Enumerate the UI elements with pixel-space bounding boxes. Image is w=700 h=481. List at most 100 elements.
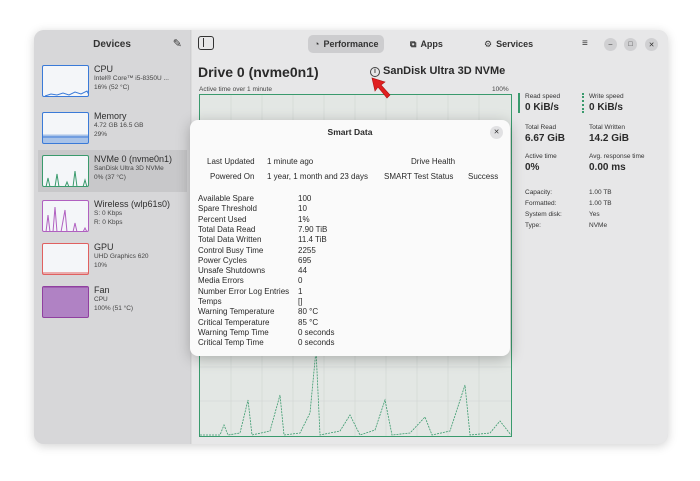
total-written-value: 14.2 GiB [589, 133, 630, 144]
detail-value: 1.00 TB [589, 200, 612, 207]
sidebar: Devices ✎ CPU Intel® Core™ i5-8350U ... 16… [34, 30, 191, 444]
smart-attr-label: Power Cycles [198, 255, 247, 265]
detail-value: Yes [589, 211, 600, 218]
close-window-button[interactable]: ✕ [645, 38, 658, 51]
smart-attr-label: Total Data Written [198, 235, 262, 245]
active-time-label: Active time over 1 minute [199, 86, 272, 93]
smart-attr-label: Unsafe Shutdowns [198, 266, 266, 276]
write-speed-value: 0 KiB/s [589, 102, 623, 113]
write-speed-stat: Write speed 0 KiB/s [582, 93, 624, 113]
device-usage: 29% [94, 131, 108, 138]
sidebar-item-cpu[interactable]: CPU Intel® Core™ i5-8350U ... 16% (52 °C) [38, 60, 187, 102]
device-name: Wireless (wlp61s0) [94, 199, 171, 209]
smart-attr-label: Critical Temperature [198, 317, 270, 327]
device-usage: 10% [94, 262, 108, 269]
active-time-stat: Active time 0% [525, 153, 557, 173]
dialog-title: Smart Data [327, 127, 373, 137]
device-usage: 0% (37 °C) [94, 174, 126, 181]
smart-attr-value: [] [298, 297, 303, 306]
sidebar-item-wireless[interactable]: Wireless (wlp61s0) S: 0 Kbps R: 0 Kbps [38, 195, 187, 237]
gear-icon: ⚙ [484, 38, 493, 49]
smart-attr-value: 695 [298, 255, 312, 265]
read-speed-label: Read speed [525, 93, 561, 100]
device-name: NVMe 0 (nvme0n1) [94, 154, 173, 164]
sidebar-item-gpu[interactable]: GPU UHD Graphics 620 10% [38, 238, 187, 280]
apps-icon: ⧉ [410, 38, 417, 49]
menu-icon[interactable]: ≡ [582, 38, 588, 49]
smart-attr-label: Number Error Log Entries [198, 286, 290, 296]
device-usage: 16% (52 °C) [94, 84, 130, 91]
smart-attr-label: Percent Used [198, 214, 247, 224]
smart-attr-value: 0 seconds [298, 327, 335, 337]
device-thumbnail [42, 65, 89, 97]
sidebar-item-fan[interactable]: Fan CPU 100% (51 °C) [38, 281, 187, 323]
total-read-value: 6.67 GiB [525, 133, 566, 144]
header-bar: ◔ Performance ⧉ Apps ⚙ Services ≡ – □ ✕ [192, 30, 668, 58]
device-usage: R: 0 Kbps [94, 219, 123, 226]
smart-status-value: Success [468, 172, 499, 181]
sidebar-toggle-icon[interactable] [198, 36, 214, 50]
device-detail: Intel® Core™ i5-8350U ... [94, 75, 169, 82]
smart-attr-value: 7.90 TiB [298, 224, 328, 234]
device-text: Wireless (wlp61s0) S: 0 Kbps R: 0 Kbps [94, 199, 186, 227]
device-text: CPU Intel® Core™ i5-8350U ... 16% (52 °C) [94, 64, 186, 92]
edit-icon[interactable]: ✎ [173, 37, 182, 50]
total-read-label: Total Read [525, 124, 557, 131]
smart-status-label: SMART Test Status [384, 172, 454, 181]
device-thumbnail [42, 200, 89, 232]
tab-apps-label: Apps [420, 39, 443, 49]
detail-value: NVMe [589, 222, 608, 229]
device-text: NVMe 0 (nvme0n1) SanDisk Ultra 3D NVMe 0% … [94, 154, 186, 182]
device-thumbnail [42, 155, 89, 187]
tab-performance-label: Performance [323, 39, 379, 49]
device-name: Fan [94, 285, 110, 295]
smart-data-dialog: Smart Data ✕ Last Updated 1 minute ago D… [190, 120, 510, 356]
smart-attr-value: 10 [298, 204, 307, 214]
detail-label: Type: [525, 222, 541, 229]
device-name: GPU [94, 242, 114, 252]
device-text: Fan CPU 100% (51 °C) [94, 285, 186, 313]
last-updated-value: 1 minute ago [267, 157, 314, 166]
drive-health-label: Drive Health [411, 157, 456, 166]
tab-apps[interactable]: ⧉ Apps [404, 35, 449, 53]
smart-attr-value: 1% [298, 214, 310, 224]
tab-services[interactable]: ⚙ Services [478, 35, 539, 53]
device-text: GPU UHD Graphics 620 10% [94, 242, 186, 270]
dialog-close-button[interactable]: ✕ [490, 126, 503, 139]
sidebar-header: Devices ✎ [34, 30, 190, 58]
device-detail: S: 0 Kbps [94, 210, 123, 217]
smart-attr-label: Available Spare [198, 194, 254, 203]
gauge-icon: ◔ [314, 39, 320, 49]
device-detail: UHD Graphics 620 [94, 253, 149, 260]
smart-attr-label: Warning Temp Time [198, 327, 269, 337]
avg-response-value: 0.00 ms [589, 162, 626, 173]
device-text: Memory 4.72 GB 16.5 GB 29% [94, 111, 186, 139]
sidebar-item-nvme[interactable]: NVMe 0 (nvme0n1) SanDisk Ultra 3D NVMe 0% … [38, 150, 187, 192]
maximize-button[interactable]: □ [624, 38, 637, 51]
device-usage: 100% (51 °C) [94, 305, 134, 312]
smart-attr-value: 100 [298, 194, 312, 203]
active-time-stat-label: Active time [525, 153, 557, 160]
smart-attr-value: 0 [298, 276, 303, 286]
smart-attr-label: Temps [198, 297, 222, 306]
write-speed-label: Write speed [589, 93, 624, 100]
tab-performance[interactable]: ◔ Performance [308, 35, 385, 53]
smart-attr-label: Media Errors [198, 276, 244, 286]
powered-on-value: 1 year, 1 month and 23 days [267, 172, 368, 181]
smart-attr-label: Critical Temp Time [198, 338, 264, 348]
device-name: CPU [94, 64, 114, 74]
sidebar-item-memory[interactable]: Memory 4.72 GB 16.5 GB 29% [38, 107, 187, 149]
avg-response-stat: Avg. response time 0.00 ms [589, 153, 645, 173]
smart-attr-label: Warning Temperature [198, 307, 275, 317]
smart-attr-value: 0 seconds [298, 338, 335, 348]
avg-response-label: Avg. response time [589, 153, 645, 160]
drive-model: SanDisk Ultra 3D NVMe [383, 65, 506, 77]
sidebar-title: Devices [93, 38, 131, 50]
device-detail: 4.72 GB 16.5 GB [94, 122, 144, 129]
graph-max-label: 100% [492, 86, 509, 93]
smart-attr-value: 80 °C [298, 307, 319, 317]
active-time-value: 0% [525, 162, 540, 173]
smart-attr-label: Total Data Read [198, 224, 256, 234]
minimize-button[interactable]: – [604, 38, 617, 51]
device-thumbnail [42, 243, 89, 275]
